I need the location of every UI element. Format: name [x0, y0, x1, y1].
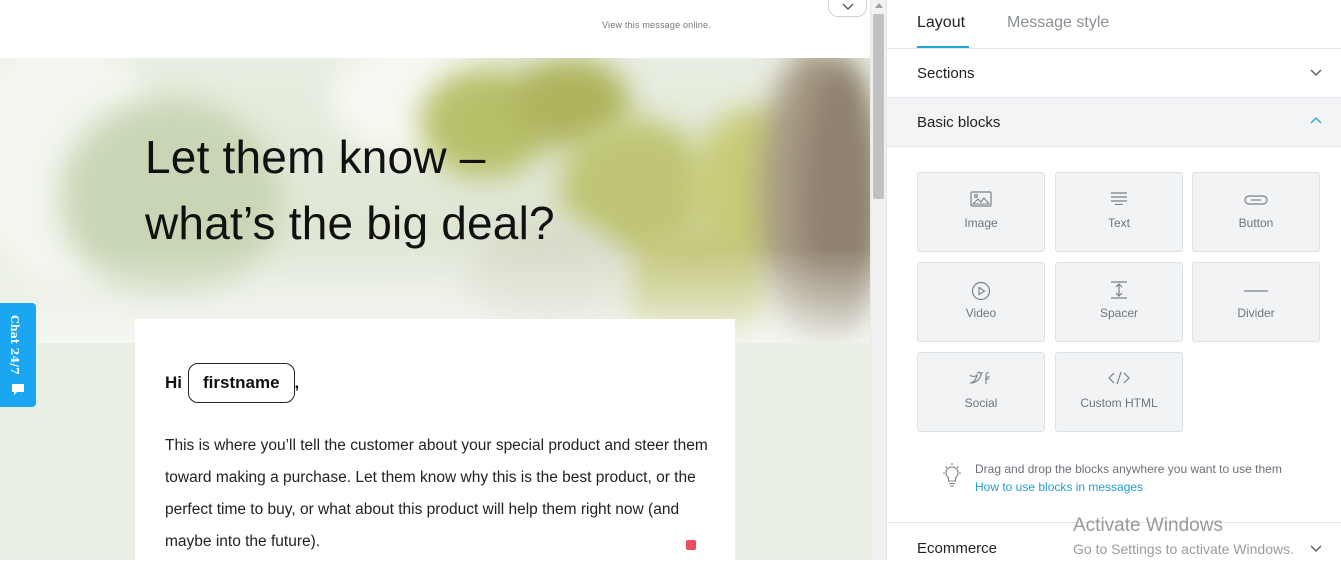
block-divider[interactable]: Divider	[1192, 262, 1320, 342]
chevron-up-icon	[1310, 117, 1322, 124]
body-paragraph[interactable]: This is where you’ll tell the customer a…	[165, 430, 710, 558]
chevron-down-icon	[1310, 69, 1322, 76]
block-image[interactable]: Image	[917, 172, 1045, 252]
button-icon	[1244, 195, 1268, 205]
hint-text: Drag and drop the blocks anywhere you wa…	[975, 462, 1282, 476]
active-tab-indicator	[917, 46, 969, 48]
block-handle-indicator[interactable]	[686, 540, 696, 550]
hero-image: Let them know – what’s the big deal?	[0, 58, 870, 343]
block-social[interactable]: Social	[917, 352, 1045, 432]
email-canvas: View this message online. Let them know …	[0, 0, 870, 560]
scroll-thumb[interactable]	[873, 14, 884, 199]
block-button[interactable]: Button	[1192, 172, 1320, 252]
video-icon	[971, 281, 991, 301]
chat-label: Chat 24/7	[8, 315, 21, 375]
canvas-scrollbar[interactable]	[870, 0, 886, 560]
basic-blocks-accordion[interactable]: Basic blocks	[887, 98, 1341, 147]
block-text[interactable]: Text	[1055, 172, 1183, 252]
tab-layout[interactable]: Layout	[917, 14, 965, 32]
chevron-down-icon	[1310, 545, 1322, 552]
chevron-down-icon	[842, 3, 853, 10]
code-icon	[1108, 371, 1130, 385]
block-video[interactable]: Video	[917, 262, 1045, 342]
block-spacer[interactable]: Spacer	[1055, 262, 1183, 342]
chat-bubble-icon	[11, 383, 25, 401]
hero-title: Let them know – what’s the big deal?	[145, 131, 555, 249]
block-custom-html[interactable]: Custom HTML	[1055, 352, 1183, 432]
image-icon	[970, 191, 992, 207]
text-icon	[1111, 192, 1127, 205]
email-content-block[interactable]: Hi firstname , This is where you’ll tell…	[135, 319, 735, 560]
how-to-use-blocks-link[interactable]: How to use blocks in messages	[975, 478, 1143, 496]
collapse-toggle-button[interactable]	[828, 0, 867, 17]
view-online-link[interactable]: View this message online.	[602, 20, 711, 30]
social-icon	[969, 371, 990, 384]
spacer-icon	[1111, 281, 1127, 299]
scroll-up-arrow[interactable]	[875, 3, 883, 8]
firstname-merge-tag[interactable]: firstname	[188, 363, 295, 403]
panel-tabs: Layout Message style	[887, 0, 1341, 49]
lightbulb-icon	[943, 463, 961, 487]
divider-icon	[1244, 290, 1268, 292]
ecommerce-accordion[interactable]: Ecommerce	[887, 522, 1341, 562]
tab-message-style[interactable]: Message style	[1007, 14, 1109, 32]
chat-widget-button[interactable]: Chat 24/7	[0, 303, 36, 407]
editor-panel: Layout Message style Sections Basic bloc…	[886, 0, 1341, 560]
sections-accordion[interactable]: Sections	[887, 49, 1341, 98]
greeting: Hi firstname ,	[165, 363, 299, 403]
